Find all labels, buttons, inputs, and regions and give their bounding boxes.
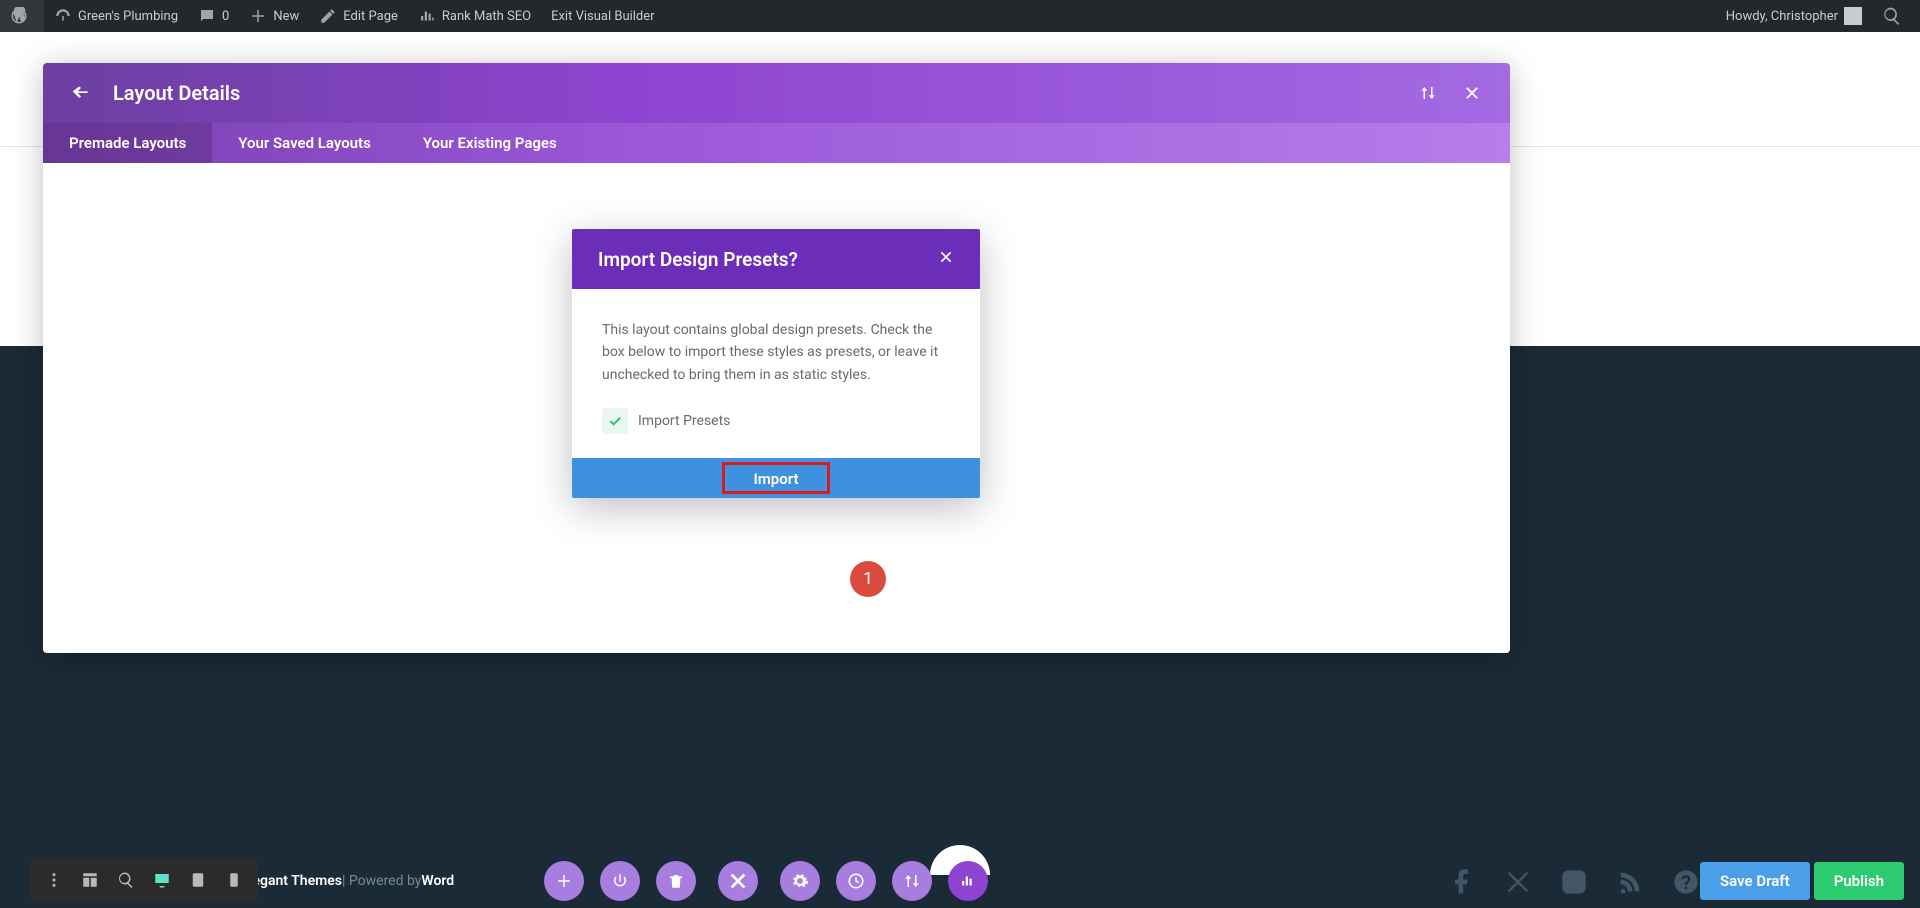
up-down-arrows-icon [903, 872, 921, 890]
panel-tabs: Premade Layouts Your Saved Layouts Your … [43, 123, 1510, 163]
search-icon [1882, 6, 1902, 26]
view-toolbar [30, 858, 258, 902]
chart-icon [418, 7, 436, 25]
layout-icon [81, 871, 99, 889]
back-button[interactable] [67, 79, 95, 107]
publish-button[interactable]: Publish [1814, 862, 1904, 900]
comments-count: 0 [222, 9, 229, 24]
tab-premade-layouts[interactable]: Premade Layouts [43, 123, 212, 163]
avatar [1844, 7, 1862, 25]
tab-existing-pages[interactable]: Your Existing Pages [397, 123, 583, 163]
history-button[interactable] [836, 861, 876, 901]
site-name-text: Green's Plumbing [78, 9, 178, 24]
close-icon [938, 249, 954, 265]
comment-icon [198, 7, 216, 25]
wp-admin-bar: Green's Plumbing 0 New Edit Page Rank Ma… [0, 0, 1920, 32]
close-builder-button[interactable] [718, 861, 758, 901]
import-button-label: Import [753, 470, 798, 488]
desktop-view-button[interactable] [144, 862, 180, 898]
power-icon [611, 872, 629, 890]
clear-layout-button[interactable] [656, 861, 696, 901]
import-export-button[interactable] [1414, 79, 1442, 107]
tablet-icon [189, 871, 207, 889]
plus-icon [555, 872, 573, 890]
close-icon [727, 870, 749, 892]
new-link[interactable]: New [239, 0, 309, 32]
seo-button[interactable] [948, 861, 988, 901]
phone-icon [225, 871, 243, 889]
rank-math-link[interactable]: Rank Math SEO [408, 0, 541, 32]
panel-header: Layout Details [43, 63, 1510, 123]
page-settings-button[interactable] [600, 861, 640, 901]
import-presets-label: Import Presets [638, 413, 730, 429]
exit-vb-label: Exit Visual Builder [551, 9, 654, 24]
edit-page-label: Edit Page [343, 9, 398, 24]
zoom-button[interactable] [108, 862, 144, 898]
pencil-icon [319, 7, 337, 25]
rank-math-label: Rank Math SEO [442, 9, 531, 24]
plus-icon [249, 7, 267, 25]
more-options-button[interactable] [36, 862, 72, 898]
add-section-button[interactable] [544, 861, 584, 901]
site-name-link[interactable]: Green's Plumbing [44, 0, 188, 32]
import-presets-dialog: Import Design Presets? This layout conta… [572, 229, 980, 498]
panel-title: Layout Details [113, 81, 240, 105]
dialog-close-button[interactable] [938, 249, 954, 269]
desktop-icon [153, 871, 171, 889]
dialog-header: Import Design Presets? [572, 229, 980, 289]
dialog-title: Import Design Presets? [598, 248, 798, 271]
howdy-link[interactable]: Howdy, Christopher [1716, 0, 1872, 32]
up-down-arrows-icon [1419, 84, 1437, 102]
import-button[interactable]: Import [572, 458, 980, 498]
howdy-text: Howdy, Christopher [1726, 9, 1838, 24]
import-presets-checkbox[interactable] [602, 408, 628, 434]
settings-button[interactable] [780, 861, 820, 901]
back-arrow-icon [71, 83, 91, 103]
comments-link[interactable]: 0 [188, 0, 239, 32]
clock-icon [847, 872, 865, 890]
gear-icon [791, 872, 809, 890]
dashboard-icon [54, 7, 72, 25]
wordpress-icon [10, 7, 28, 25]
tablet-view-button[interactable] [180, 862, 216, 898]
tab-saved-layouts[interactable]: Your Saved Layouts [212, 123, 397, 163]
close-panel-button[interactable] [1458, 79, 1486, 107]
portability-button[interactable] [892, 861, 932, 901]
dots-vertical-icon [45, 871, 63, 889]
builder-bottom-bar: Save Draft Publish [0, 853, 1920, 908]
annotation-marker-1: 1 [850, 561, 886, 597]
wp-logo[interactable] [0, 0, 44, 32]
close-icon [1463, 84, 1481, 102]
save-draft-button[interactable]: Save Draft [1700, 862, 1810, 900]
wireframe-view-button[interactable] [72, 862, 108, 898]
admin-search[interactable] [1872, 0, 1912, 32]
chart-icon [959, 872, 977, 890]
new-label: New [273, 9, 299, 24]
dialog-description: This layout contains global design prese… [602, 319, 950, 386]
check-icon [607, 413, 623, 429]
exit-vb-link[interactable]: Exit Visual Builder [541, 0, 664, 32]
import-button-highlight: Import [722, 462, 829, 494]
layout-details-panel: Layout Details Premade Layouts Your Save… [43, 63, 1510, 653]
edit-page-link[interactable]: Edit Page [309, 0, 408, 32]
phone-view-button[interactable] [216, 862, 252, 898]
trash-icon [667, 872, 685, 890]
magnify-icon [117, 871, 135, 889]
